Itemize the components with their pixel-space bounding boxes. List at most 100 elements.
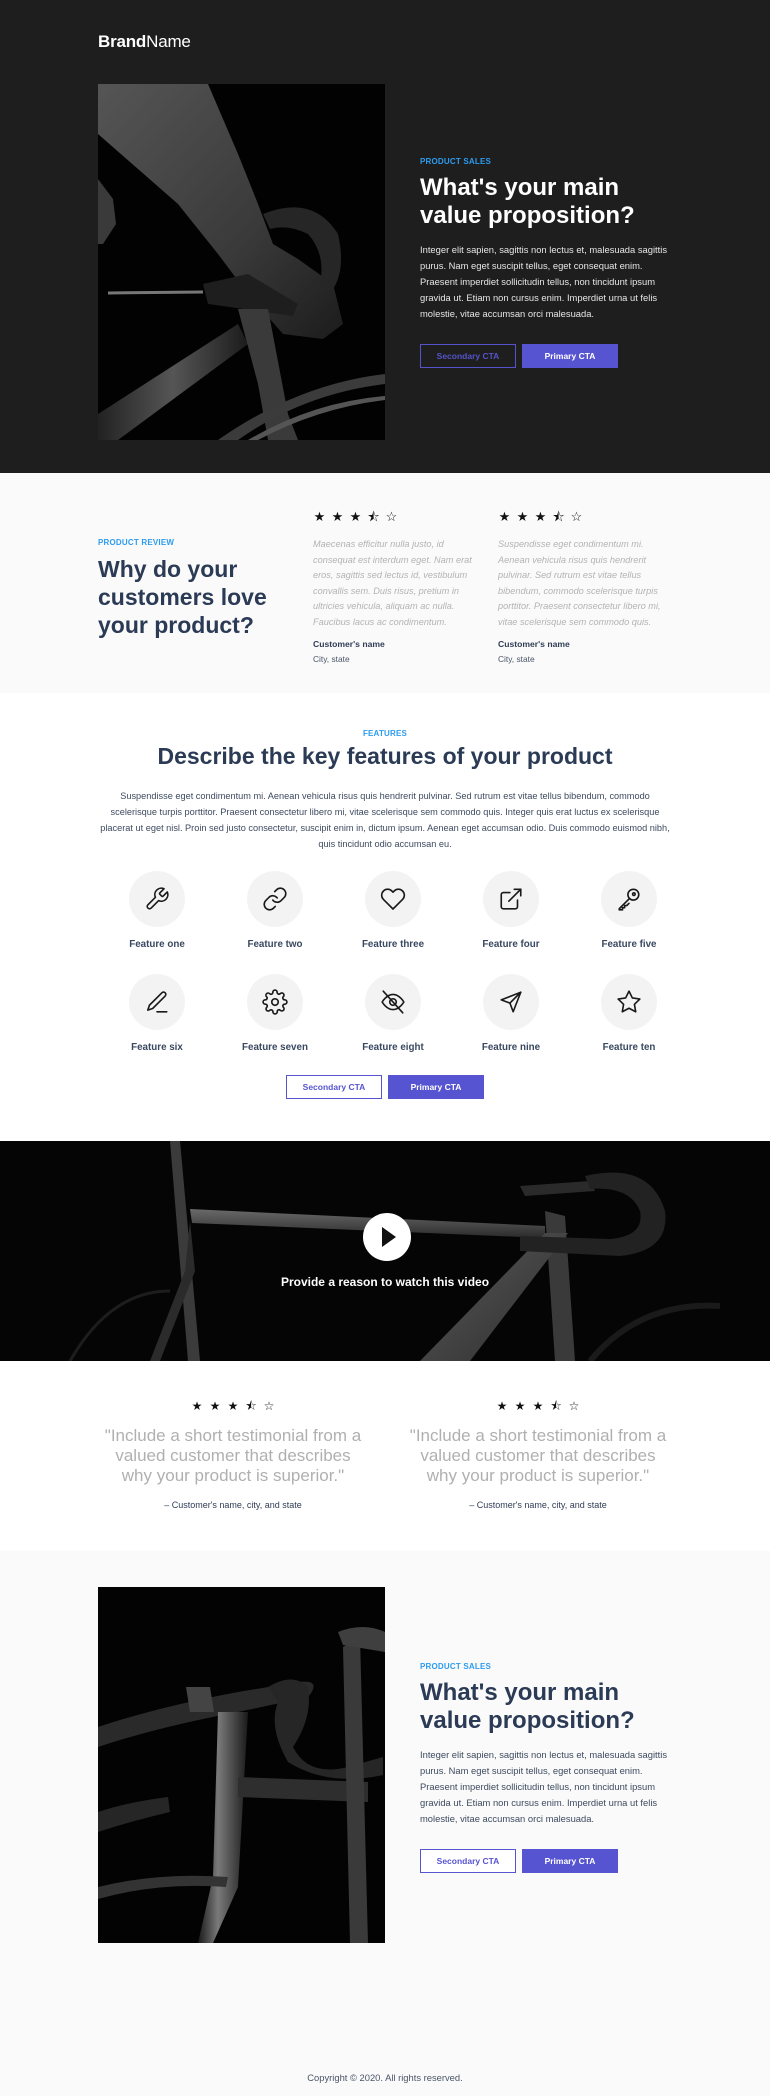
testimonials-section: ★ ★ ★ ⯪ ☆ "Include a short testimonial f…: [0, 1361, 770, 1551]
customer-name: Customer's name: [498, 639, 570, 649]
features-section: FEATURES Describe the key features of yo…: [0, 693, 770, 1141]
feature-label: Feature five: [601, 939, 657, 950]
features-description: Suspendisse eget condimentum mi. Aenean …: [100, 791, 670, 849]
star-full-icon: ★: [534, 509, 547, 524]
bicycle-handlebar-photo: [98, 1587, 385, 1943]
review-text: Maecenas efficitur nulla justo, id conse…: [313, 539, 472, 627]
star-full-icon: ★: [349, 509, 362, 524]
feature-item: Feature four: [452, 871, 570, 950]
feature-label: Feature seven: [242, 1042, 308, 1053]
product-review-section: PRODUCT REVIEW Why do your customers lov…: [0, 473, 770, 693]
customer-location: City, state: [498, 654, 535, 664]
feature-item: Feature two: [216, 871, 334, 950]
review-text: Suspendisse eget condimentum mi. Aenean …: [498, 539, 661, 627]
review-card: ★ ★ ★ ⯪ ☆ Suspendisse eget condimentum m…: [498, 509, 673, 664]
star-half-icon: ⯪: [245, 1399, 257, 1413]
testimonial: ★ ★ ★ ⯪ ☆ "Include a short testimonial f…: [403, 1398, 673, 1510]
feature-item: Feature seven: [216, 974, 334, 1053]
sales-secondary-cta-button[interactable]: Secondary CTA: [420, 1849, 516, 1873]
play-icon[interactable]: [363, 1213, 411, 1261]
star-half-icon: ⯪: [552, 509, 565, 524]
features-grid: Feature one Feature two Feature three Fe…: [98, 871, 686, 1053]
cyclist-photo: [98, 84, 385, 440]
customer-name: Customer's name: [313, 639, 385, 649]
sales-primary-cta-button[interactable]: Primary CTA: [522, 1849, 618, 1873]
star-full-icon: ★: [516, 509, 529, 524]
hero-image: [98, 84, 385, 440]
testimonial-author: – Customer's name, city, and state: [164, 1500, 302, 1510]
review-eyebrow: PRODUCT REVIEW: [98, 538, 175, 547]
sales-body: Integer elit sapien, sagittis non lectus…: [420, 1749, 668, 1824]
feature-item: Feature three: [334, 871, 452, 950]
brand-logo[interactable]: BrandName: [98, 32, 191, 52]
features-cta-row: Secondary CTA Primary CTA: [0, 1075, 770, 1099]
sales-title: What's your main value proposition?: [420, 1679, 635, 1734]
sales-copy: PRODUCT SALES What's your main value pro…: [420, 1662, 680, 1873]
star-full-icon: ★: [209, 1399, 221, 1413]
star-rating: ★ ★ ★ ⯪ ☆: [98, 1398, 368, 1414]
feature-label: Feature nine: [481, 1042, 541, 1053]
star-full-icon: ★: [331, 509, 344, 524]
star-rating: ★ ★ ★ ⯪ ☆: [313, 509, 488, 525]
sales-cta-row: Secondary CTA Primary CTA: [420, 1849, 680, 1873]
star-empty-icon: ☆: [568, 1399, 580, 1413]
hero-primary-cta-button[interactable]: Primary CTA: [522, 344, 618, 368]
video-caption: Provide a reason to watch this video: [280, 1275, 490, 1289]
star-rating: ★ ★ ★ ⯪ ☆: [498, 509, 673, 525]
gear-icon: [247, 974, 303, 1030]
testimonial-quote: "Include a short testimonial from a valu…: [104, 1426, 362, 1485]
hero-title: What's your main value proposition?: [420, 174, 635, 229]
feature-item: Feature nine: [452, 974, 570, 1053]
features-primary-cta-button[interactable]: Primary CTA: [388, 1075, 484, 1099]
link-icon: [247, 871, 303, 927]
star-empty-icon: ☆: [570, 509, 583, 524]
star-full-icon: ★: [227, 1399, 239, 1413]
key-icon: [601, 871, 657, 927]
review-card: ★ ★ ★ ⯪ ☆ Maecenas efficitur nulla justo…: [313, 509, 488, 664]
feature-label: Feature eight: [362, 1042, 424, 1053]
copyright-text: Copyright © 2020. All rights reserved.: [307, 2072, 463, 2083]
hero-body: Integer elit sapien, sagittis non lectus…: [420, 244, 668, 319]
feature-item: Feature six: [98, 974, 216, 1053]
feature-label: Feature one: [129, 939, 185, 950]
feature-label: Feature six: [131, 1042, 183, 1053]
star-full-icon: ★: [498, 509, 511, 524]
review-title: Why do your customers love your product?: [98, 556, 267, 638]
eye-off-icon: [365, 974, 421, 1030]
hero-eyebrow: PRODUCT SALES: [420, 157, 492, 166]
star-full-icon: ★: [532, 1399, 544, 1413]
customer-location: City, state: [313, 654, 350, 664]
sales-eyebrow: PRODUCT SALES: [420, 1662, 492, 1671]
hero-section: BrandName PRODUCT SALES What's your main…: [0, 0, 770, 473]
features-secondary-cta-button[interactable]: Secondary CTA: [286, 1075, 382, 1099]
hero-secondary-cta-button[interactable]: Secondary CTA: [420, 344, 516, 368]
product-sales-section: PRODUCT SALES What's your main value pro…: [0, 1551, 770, 2028]
heart-icon: [365, 871, 421, 927]
feature-item: Feature ten: [570, 974, 688, 1053]
star-icon: [601, 974, 657, 1030]
feature-item: Feature five: [570, 871, 688, 950]
feature-label: Feature ten: [602, 1042, 656, 1053]
star-full-icon: ★: [313, 509, 326, 524]
feature-label: Feature four: [482, 939, 540, 950]
external-link-icon: [483, 871, 539, 927]
video-section[interactable]: Provide a reason to watch this video: [0, 1141, 770, 1361]
wrench-icon: [129, 871, 185, 927]
hero-copy: PRODUCT SALES What's your main value pro…: [420, 157, 680, 368]
feature-label: Feature three: [361, 939, 425, 950]
sales-image: [98, 1587, 385, 1943]
pen-icon: [129, 974, 185, 1030]
star-full-icon: ★: [496, 1399, 508, 1413]
features-eyebrow: FEATURES: [362, 729, 408, 738]
feature-item: Feature one: [98, 871, 216, 950]
testimonial-author: – Customer's name, city, and state: [469, 1500, 607, 1510]
testimonial-quote: "Include a short testimonial from a valu…: [409, 1426, 667, 1485]
star-half-icon: ⯪: [367, 509, 380, 524]
footer: Copyright © 2020. All rights reserved.: [0, 2028, 770, 2096]
features-title: Describe the key features of your produc…: [157, 743, 613, 769]
star-full-icon: ★: [514, 1399, 526, 1413]
feature-item: Feature eight: [334, 974, 452, 1053]
send-icon: [483, 974, 539, 1030]
star-half-icon: ⯪: [550, 1399, 562, 1413]
star-rating: ★ ★ ★ ⯪ ☆: [403, 1398, 673, 1414]
